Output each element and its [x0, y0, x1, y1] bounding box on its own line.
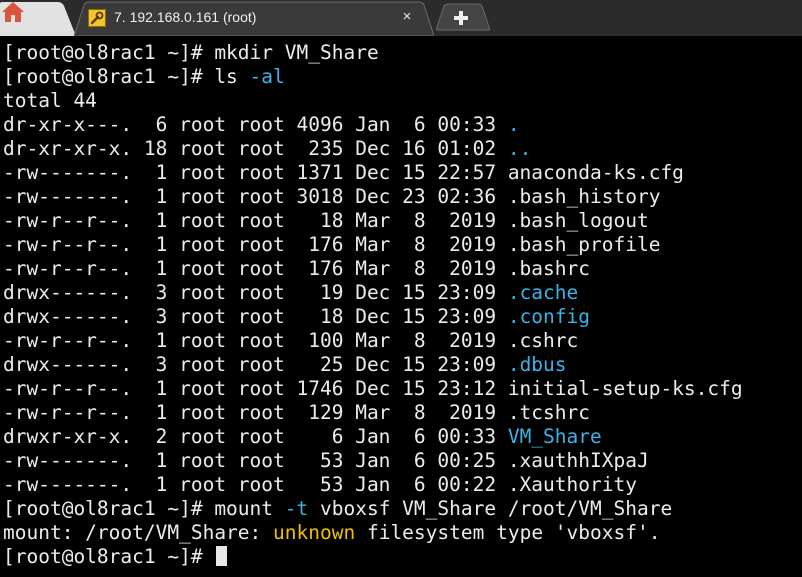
- terminal-line: -rw-------. 1 root root 53 Jan 6 00:22 .…: [3, 473, 743, 497]
- terminal-line: dr-xr-x---. 6 root root 4096 Jan 6 00:33…: [3, 113, 743, 137]
- highlighted-text: VM_Share: [507, 425, 602, 448]
- line-text: mount: /root/VM_Share:: [3, 521, 274, 544]
- line-text: [root@ol8rac1 ~]# ls: [3, 65, 250, 88]
- close-icon[interactable]: ×: [398, 8, 416, 26]
- terminal-line: total 44: [3, 89, 743, 113]
- terminal-output[interactable]: [root@ol8rac1 ~]# mkdir VM_Share [root@ol…: [0, 36, 802, 577]
- highlighted-text: .: [507, 113, 520, 136]
- line-text: -rw-r--r--. 1 root root 129 Mar 8 2019 .…: [3, 401, 590, 424]
- line-text: drwx------. 3 root root 25 Dec 15 23:09: [3, 353, 508, 376]
- terminal-line: -rw-------. 1 root root 1371 Dec 15 22:5…: [3, 161, 743, 185]
- highlighted-text: ..: [507, 137, 532, 160]
- line-text: vboxsf VM_Share /root/VM_Share: [308, 497, 673, 520]
- terminal-line: -rw-r--r--. 1 root root 100 Mar 8 2019 .…: [3, 329, 743, 353]
- line-text: [root@ol8rac1 ~]# mount: [3, 497, 285, 520]
- terminal-line: -rw-------. 1 root root 53 Jan 6 00:25 .…: [3, 449, 743, 473]
- new-tab-button[interactable]: [436, 0, 490, 36]
- plus-icon: [454, 11, 468, 25]
- terminal-line: [root@ol8rac1 ~]#: [3, 545, 743, 569]
- highlighted-text: .cache: [507, 281, 579, 304]
- line-text: total 44: [3, 89, 97, 112]
- terminal-lines: [root@ol8rac1 ~]# mkdir VM_Share [root@ol…: [3, 41, 743, 569]
- terminal-line: -rw-r--r--. 1 root root 176 Mar 8 2019 .…: [3, 257, 743, 281]
- line-text: filesystem type 'vboxsf'.: [355, 521, 661, 544]
- line-text: -rw-r--r--. 1 root root 1746 Dec 15 23:1…: [3, 377, 743, 400]
- home-tab[interactable]: [0, 0, 76, 36]
- terminal-line: [root@ol8rac1 ~]# mkdir VM_Share: [3, 41, 743, 65]
- line-text: -rw-r--r--. 1 root root 100 Mar 8 2019 .…: [3, 329, 579, 352]
- line-text: -rw-------. 1 root root 3018 Dec 23 02:3…: [3, 185, 661, 208]
- line-text: drwxr-xr-x. 2 root root 6 Jan 6 00:33: [3, 425, 508, 448]
- wrench-icon: [88, 9, 106, 27]
- terminal-line: -rw-r--r--. 1 root root 129 Mar 8 2019 .…: [3, 401, 743, 425]
- line-text: [root@ol8rac1 ~]# mkdir VM_Share: [3, 41, 379, 64]
- terminal-line: -rw-r--r--. 1 root root 176 Mar 8 2019 .…: [3, 233, 743, 257]
- terminal-line: dr-xr-xr-x. 18 root root 235 Dec 16 01:0…: [3, 137, 743, 161]
- terminal-line: -rw-r--r--. 1 root root 1746 Dec 15 23:1…: [3, 377, 743, 401]
- terminal-line: -rw-------. 1 root root 3018 Dec 23 02:3…: [3, 185, 743, 209]
- highlighted-text: -al: [249, 65, 285, 88]
- terminal-line: drwxr-xr-x. 2 root root 6 Jan 6 00:33 VM…: [3, 425, 743, 449]
- tab-bar: 7. 192.168.0.161 (root) ×: [0, 0, 802, 36]
- terminal-line: drwx------. 3 root root 18 Dec 15 23:09 …: [3, 305, 743, 329]
- warning-text: unknown: [273, 521, 356, 544]
- terminal-line: mount: /root/VM_Share: unknown filesyste…: [3, 521, 743, 545]
- line-text: -rw-r--r--. 1 root root 176 Mar 8 2019 .…: [3, 233, 661, 256]
- highlighted-text: -t: [284, 497, 309, 520]
- home-icon: [2, 2, 24, 22]
- terminal-line: [root@ol8rac1 ~]# ls -al: [3, 65, 743, 89]
- line-text: -rw-------. 1 root root 1371 Dec 15 22:5…: [3, 161, 684, 184]
- terminal-line: -rw-r--r--. 1 root root 18 Mar 8 2019 .b…: [3, 209, 743, 233]
- line-text: dr-xr-xr-x. 18 root root 235 Dec 16 01:0…: [3, 137, 508, 160]
- line-text: dr-xr-x---. 6 root root 4096 Jan 6 00:33: [3, 113, 508, 136]
- line-text: [root@ol8rac1 ~]#: [3, 545, 215, 568]
- terminal-line: drwx------. 3 root root 25 Dec 15 23:09 …: [3, 353, 743, 377]
- line-text: -rw-------. 1 root root 53 Jan 6 00:22 .…: [3, 473, 637, 496]
- line-text: -rw-r--r--. 1 root root 176 Mar 8 2019 .…: [3, 257, 590, 280]
- highlighted-text: .config: [507, 305, 591, 328]
- line-text: -rw-r--r--. 1 root root 18 Mar 8 2019 .b…: [3, 209, 649, 232]
- terminal-line: drwx------. 3 root root 19 Dec 15 23:09 …: [3, 281, 743, 305]
- highlighted-text: .dbus: [507, 353, 567, 376]
- cursor: [216, 546, 228, 566]
- tab-session[interactable]: 7. 192.168.0.161 (root) ×: [74, 0, 434, 36]
- tab-title: 7. 192.168.0.161 (root): [114, 9, 257, 25]
- line-text: drwx------. 3 root root 18 Dec 15 23:09: [3, 305, 508, 328]
- terminal-line: [root@ol8rac1 ~]# mount -t vboxsf VM_Sha…: [3, 497, 743, 521]
- line-text: -rw-------. 1 root root 53 Jan 6 00:25 .…: [3, 449, 649, 472]
- line-text: drwx------. 3 root root 19 Dec 15 23:09: [3, 281, 508, 304]
